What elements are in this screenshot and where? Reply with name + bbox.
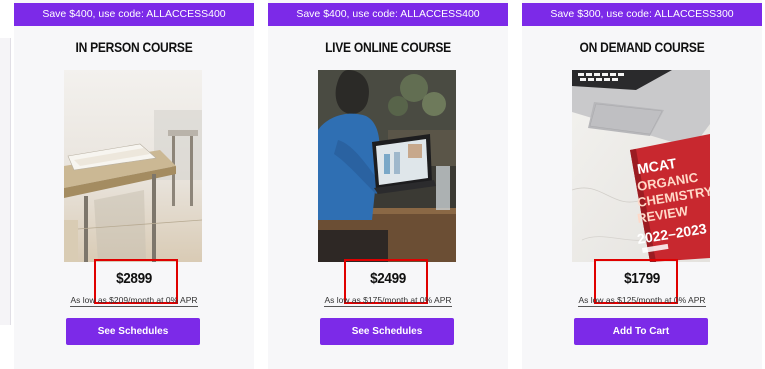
course-card-on-demand: Save $300, use code: ALLACCESS300 ON DEM… xyxy=(522,0,762,369)
online-student-photo xyxy=(318,70,456,262)
see-schedules-button[interactable]: See Schedules xyxy=(66,318,200,345)
promo-banner: Save $400, use code: ALLACCESS400 xyxy=(268,3,508,26)
add-to-cart-button[interactable]: Add To Cart xyxy=(574,318,708,345)
financing-link[interactable]: As low as $125/month at 0% APR xyxy=(522,295,762,307)
see-schedules-button[interactable]: See Schedules xyxy=(320,318,454,345)
promo-banner: Save $300, use code: ALLACCESS300 xyxy=(522,3,762,26)
course-title: IN PERSON COURSE xyxy=(75,39,193,55)
classroom-desk-photo xyxy=(64,70,202,262)
course-card-in-person: Save $400, use code: ALLACCESS400 IN PER… xyxy=(14,0,254,369)
course-title: ON DEMAND COURSE xyxy=(579,39,705,55)
course-card-live-online: Save $400, use code: ALLACCESS400 LIVE O… xyxy=(268,0,508,369)
financing-link[interactable]: As low as $209/month at 0% APR xyxy=(14,295,254,307)
course-price: $2899 xyxy=(116,270,152,287)
course-title: LIVE ONLINE COURSE xyxy=(325,39,451,55)
course-price: $1799 xyxy=(624,270,660,287)
financing-link[interactable]: As low as $175/month at 0% APR xyxy=(268,295,508,307)
left-panel-edge xyxy=(0,38,11,325)
mcat-book-photo: MCAT ORGANIC CHEMISTRY REVIEW 2022–2023 xyxy=(572,70,710,262)
course-options-page: Save $400, use code: ALLACCESS400 IN PER… xyxy=(0,0,765,369)
course-price: $2499 xyxy=(370,270,406,287)
promo-banner: Save $400, use code: ALLACCESS400 xyxy=(14,3,254,26)
